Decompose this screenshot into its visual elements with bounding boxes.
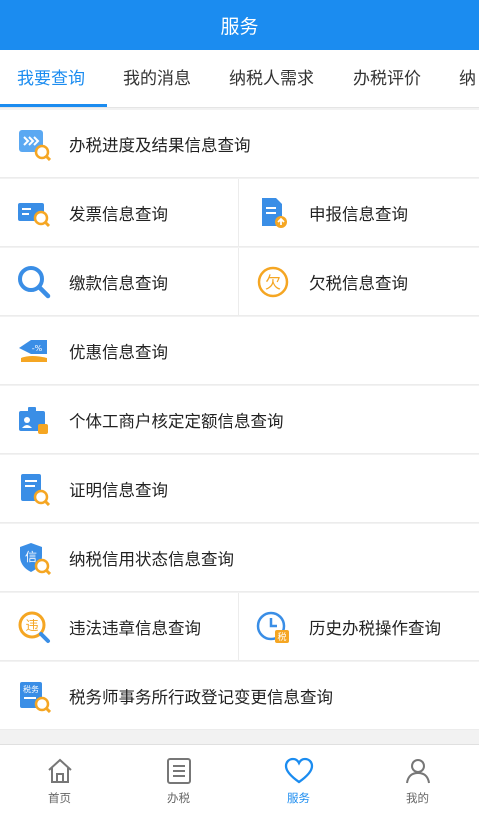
history-clock-icon: 税 — [256, 610, 290, 644]
list-row: 个体工商户核定定额信息查询 — [0, 386, 479, 454]
history-query-label: 历史办税操作查询 — [309, 619, 441, 638]
business-quota-query-label: 个体工商户核定定额信息查询 — [69, 412, 284, 431]
business-quota-query-item[interactable]: 个体工商户核定定额信息查询 — [0, 386, 479, 454]
page-title: 服务 — [220, 15, 259, 38]
svg-text:违: 违 — [25, 619, 38, 634]
agency-registration-query-item[interactable]: 税务 税务师事务所行政登记变更信息查询 — [0, 662, 479, 730]
nav-profile-label: 我的 — [406, 791, 429, 805]
list-row: 税务 税务师事务所行政登记变更信息查询 — [0, 662, 479, 730]
declaration-query-label: 申报信息查询 — [309, 205, 408, 224]
violation-icon: 违 — [17, 610, 51, 644]
list-row: 信 纳税信用状态信息查询 — [0, 524, 479, 592]
preferential-query-label: 优惠信息查询 — [69, 343, 168, 362]
bottom-navigation: 首页 办税 服务 我的 — [0, 744, 479, 814]
preferential-query-item[interactable]: -% 优惠信息查询 — [0, 317, 479, 385]
nav-profile[interactable]: 我的 — [358, 745, 477, 814]
nav-tax-label: 办税 — [167, 791, 190, 805]
tab-messages[interactable]: 我的消息 — [123, 50, 191, 107]
svg-text:税务: 税务 — [23, 684, 39, 694]
credit-status-icon: 信 — [17, 541, 51, 575]
arrears-query-item[interactable]: 欠 欠税信息查询 — [240, 248, 479, 316]
violation-query-item[interactable]: 违 违法违章信息查询 — [0, 593, 239, 661]
nav-service-label: 服务 — [287, 791, 310, 805]
tab-query[interactable]: 我要查询 — [17, 50, 85, 107]
progress-query-item[interactable]: 办税进度及结果信息查询 — [0, 110, 479, 178]
tab-evaluation[interactable]: 办税评价 — [353, 50, 421, 107]
payment-query-label: 缴款信息查询 — [69, 274, 168, 293]
progress-query-label: 办税进度及结果信息查询 — [69, 136, 251, 155]
payment-query-item[interactable]: 缴款信息查询 — [0, 248, 239, 316]
declaration-query-item[interactable]: 申报信息查询 — [240, 179, 479, 247]
discount-icon: -% — [17, 334, 51, 368]
credit-status-query-label: 纳税信用状态信息查询 — [69, 550, 234, 569]
nav-home-label: 首页 — [48, 791, 71, 805]
nav-home[interactable]: 首页 — [0, 745, 119, 814]
list-row: 发票信息查询 申报信息查询 — [0, 179, 479, 247]
heart-icon — [283, 755, 315, 787]
certificate-query-item[interactable]: 证明信息查询 — [0, 455, 479, 523]
list-row: 违 违法违章信息查询 税 历史办税操作查询 — [0, 593, 479, 661]
tab-taxpayer-needs[interactable]: 纳税人需求 — [229, 50, 314, 107]
certificate-query-icon — [17, 472, 51, 506]
business-quota-icon — [17, 403, 51, 437]
svg-text:欠: 欠 — [265, 273, 281, 292]
invoice-query-icon — [17, 196, 51, 230]
nav-service[interactable]: 服务 — [239, 745, 358, 814]
user-icon — [402, 755, 434, 787]
payment-search-icon — [17, 265, 51, 299]
progress-query-icon — [17, 127, 51, 161]
list-icon — [163, 755, 195, 787]
svg-text:-%: -% — [32, 344, 43, 353]
svg-text:信: 信 — [25, 550, 37, 564]
history-query-item[interactable]: 税 历史办税操作查询 — [240, 593, 479, 661]
arrears-icon: 欠 — [256, 265, 290, 299]
list-row: -% 优惠信息查询 — [0, 317, 479, 385]
list-row: 证明信息查询 — [0, 455, 479, 523]
invoice-query-item[interactable]: 发票信息查询 — [0, 179, 239, 247]
certificate-query-label: 证明信息查询 — [69, 481, 168, 500]
invoice-query-label: 发票信息查询 — [69, 205, 168, 224]
svg-text:税: 税 — [277, 631, 286, 643]
list-row: 办税进度及结果信息查询 — [0, 110, 479, 178]
nav-tax[interactable]: 办税 — [119, 745, 238, 814]
app-header: 服务 — [0, 0, 479, 50]
home-icon — [44, 755, 76, 787]
tab-bar: 我要查询 我的消息 纳税人需求 办税评价 纳 — [0, 50, 479, 108]
credit-status-query-item[interactable]: 信 纳税信用状态信息查询 — [0, 524, 479, 592]
agency-registration-icon: 税务 — [17, 679, 51, 713]
active-tab-indicator — [0, 104, 107, 107]
tab-more[interactable]: 纳 — [459, 50, 476, 107]
declaration-query-icon — [256, 196, 290, 230]
violation-query-label: 违法违章信息查询 — [69, 619, 201, 638]
arrears-query-label: 欠税信息查询 — [309, 274, 408, 293]
agency-registration-query-label: 税务师事务所行政登记变更信息查询 — [69, 688, 333, 707]
list-row: 缴款信息查询 欠 欠税信息查询 — [0, 248, 479, 316]
